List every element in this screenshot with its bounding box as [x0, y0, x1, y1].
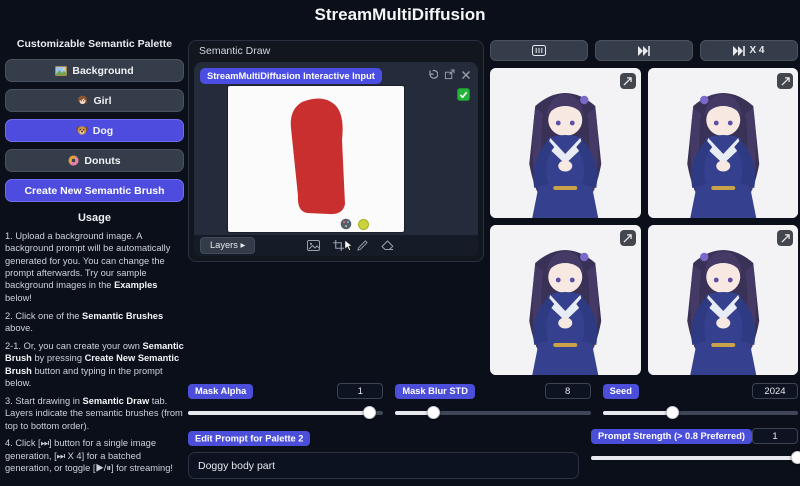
- usage-paragraph: 3. Start drawing in Semantic Draw tab. L…: [5, 395, 184, 432]
- generate-batch-button[interactable]: X 4: [700, 40, 798, 61]
- slider-handle[interactable]: [791, 451, 800, 464]
- brush-label: Dog: [93, 125, 113, 137]
- prompt-edit-block: Edit Prompt for Palette 2 Doggy body par…: [188, 428, 579, 484]
- girl-icon: [77, 95, 88, 106]
- generated-image: [490, 68, 641, 218]
- red-mask-stroke: [228, 86, 404, 232]
- gallery-item[interactable]: [490, 68, 641, 218]
- palette-icon[interactable]: [340, 218, 352, 230]
- crop-icon[interactable]: [333, 240, 344, 251]
- expand-icon: [623, 234, 632, 243]
- prompt-edit-label: Edit Prompt for Palette 2: [188, 431, 310, 446]
- mask-alpha-slider[interactable]: [188, 406, 383, 419]
- stream-icon: [532, 45, 546, 56]
- slider-handle[interactable]: [427, 406, 440, 419]
- mask-alpha-label: Mask Alpha: [188, 384, 253, 399]
- interactive-canvas[interactable]: StreamMultiDiffusion Interactive Input L…: [194, 62, 478, 256]
- skip-icon: [733, 46, 745, 56]
- prompt-strength-group: Prompt Strength (> 0.8 Preferred): [591, 428, 798, 484]
- expand-icon: [781, 234, 790, 243]
- usage-title: Usage: [5, 212, 184, 224]
- generate-once-button[interactable]: [595, 40, 693, 61]
- mask-alpha-group: Mask Alpha: [188, 383, 383, 419]
- undo-icon[interactable]: [427, 69, 438, 80]
- result-gallery: [490, 68, 798, 375]
- generated-image: [648, 225, 799, 375]
- skip-icon: [638, 46, 650, 56]
- prompt-strength-slider[interactable]: [591, 451, 798, 464]
- picture-icon: [55, 66, 67, 76]
- mask-alpha-input[interactable]: [337, 383, 383, 399]
- prompt-strength-input[interactable]: [752, 428, 798, 444]
- expand-image-button[interactable]: [777, 73, 793, 89]
- results-column: X 4: [490, 40, 798, 375]
- seed-input[interactable]: [752, 383, 798, 399]
- usage-paragraph: 2-1. Or, you can create your own Semanti…: [5, 340, 184, 389]
- active-checkbox[interactable]: [457, 88, 470, 101]
- semantic-draw-panel: Semantic Draw StreamMultiDiffusion Inter…: [188, 40, 484, 262]
- popout-icon[interactable]: [444, 69, 455, 80]
- stream-toggle-button[interactable]: [490, 40, 588, 61]
- tab-semantic-draw[interactable]: Semantic Draw: [189, 41, 280, 61]
- usage-paragraph: 4. Click [⏭] button for a single image g…: [5, 437, 184, 474]
- mask-blur-slider[interactable]: [395, 406, 590, 419]
- check-icon: [459, 90, 468, 99]
- current-color-swatch[interactable]: [358, 219, 369, 230]
- batch-count-label: X 4: [749, 45, 764, 56]
- generated-image: [648, 68, 799, 218]
- brush-label: Girl: [93, 95, 111, 107]
- image-icon[interactable]: [307, 240, 320, 251]
- usage-paragraph: 1. Upload a background image. A backgrou…: [5, 230, 184, 304]
- gallery-item[interactable]: [648, 225, 799, 375]
- brush-girl-button[interactable]: Girl: [5, 89, 184, 112]
- slider-handle[interactable]: [666, 406, 679, 419]
- seed-label: Seed: [603, 384, 639, 399]
- mask-blur-label: Mask Blur STD: [395, 384, 475, 399]
- brush-label: Background: [72, 65, 133, 77]
- generated-image: [490, 225, 641, 375]
- usage-instructions: 1. Upload a background image. A backgrou…: [5, 230, 184, 474]
- canvas-input-badge: StreamMultiDiffusion Interactive Input: [200, 68, 382, 84]
- brush-donuts-button[interactable]: Donuts: [5, 149, 184, 172]
- drawing-canvas[interactable]: [228, 86, 404, 232]
- page-title: StreamMultiDiffusion: [0, 5, 800, 25]
- slider-handle[interactable]: [363, 406, 376, 419]
- cursor-icon: [344, 239, 353, 252]
- expand-image-button[interactable]: [620, 73, 636, 89]
- brush-tool-icon[interactable]: [357, 240, 368, 251]
- semantic-palette-sidebar: Customizable Semantic Palette Background…: [5, 38, 184, 480]
- expand-icon: [623, 77, 632, 86]
- expand-image-button[interactable]: [777, 230, 793, 246]
- seed-group: Seed: [603, 383, 798, 419]
- seed-slider[interactable]: [603, 406, 798, 419]
- dog-icon: [76, 125, 88, 136]
- layers-button[interactable]: Layers ▸: [200, 237, 255, 254]
- brush-label: Donuts: [84, 155, 120, 167]
- prompt-strength-label: Prompt Strength (> 0.8 Preferred): [591, 429, 752, 444]
- mask-blur-input[interactable]: [545, 383, 591, 399]
- gallery-item[interactable]: [648, 68, 799, 218]
- create-new-semantic-brush-button[interactable]: Create New Semantic Brush: [5, 179, 184, 202]
- canvas-toolbar: Layers ▸: [194, 235, 478, 256]
- expand-icon: [781, 77, 790, 86]
- donut-icon: [68, 155, 79, 166]
- expand-image-button[interactable]: [620, 230, 636, 246]
- brush-dog-button[interactable]: Dog: [5, 119, 184, 142]
- brush-background-button[interactable]: Background: [5, 59, 184, 82]
- eraser-icon[interactable]: [381, 240, 394, 251]
- prompt-input[interactable]: Doggy body part: [188, 452, 579, 479]
- generation-controls: Mask Alpha Mask Blur STD Seed: [188, 383, 798, 484]
- palette-title: Customizable Semantic Palette: [5, 38, 184, 50]
- gallery-item[interactable]: [490, 225, 641, 375]
- close-icon[interactable]: [461, 70, 471, 80]
- usage-paragraph: 2. Click one of the Semantic Brushes abo…: [5, 310, 184, 335]
- mask-blur-group: Mask Blur STD: [395, 383, 590, 419]
